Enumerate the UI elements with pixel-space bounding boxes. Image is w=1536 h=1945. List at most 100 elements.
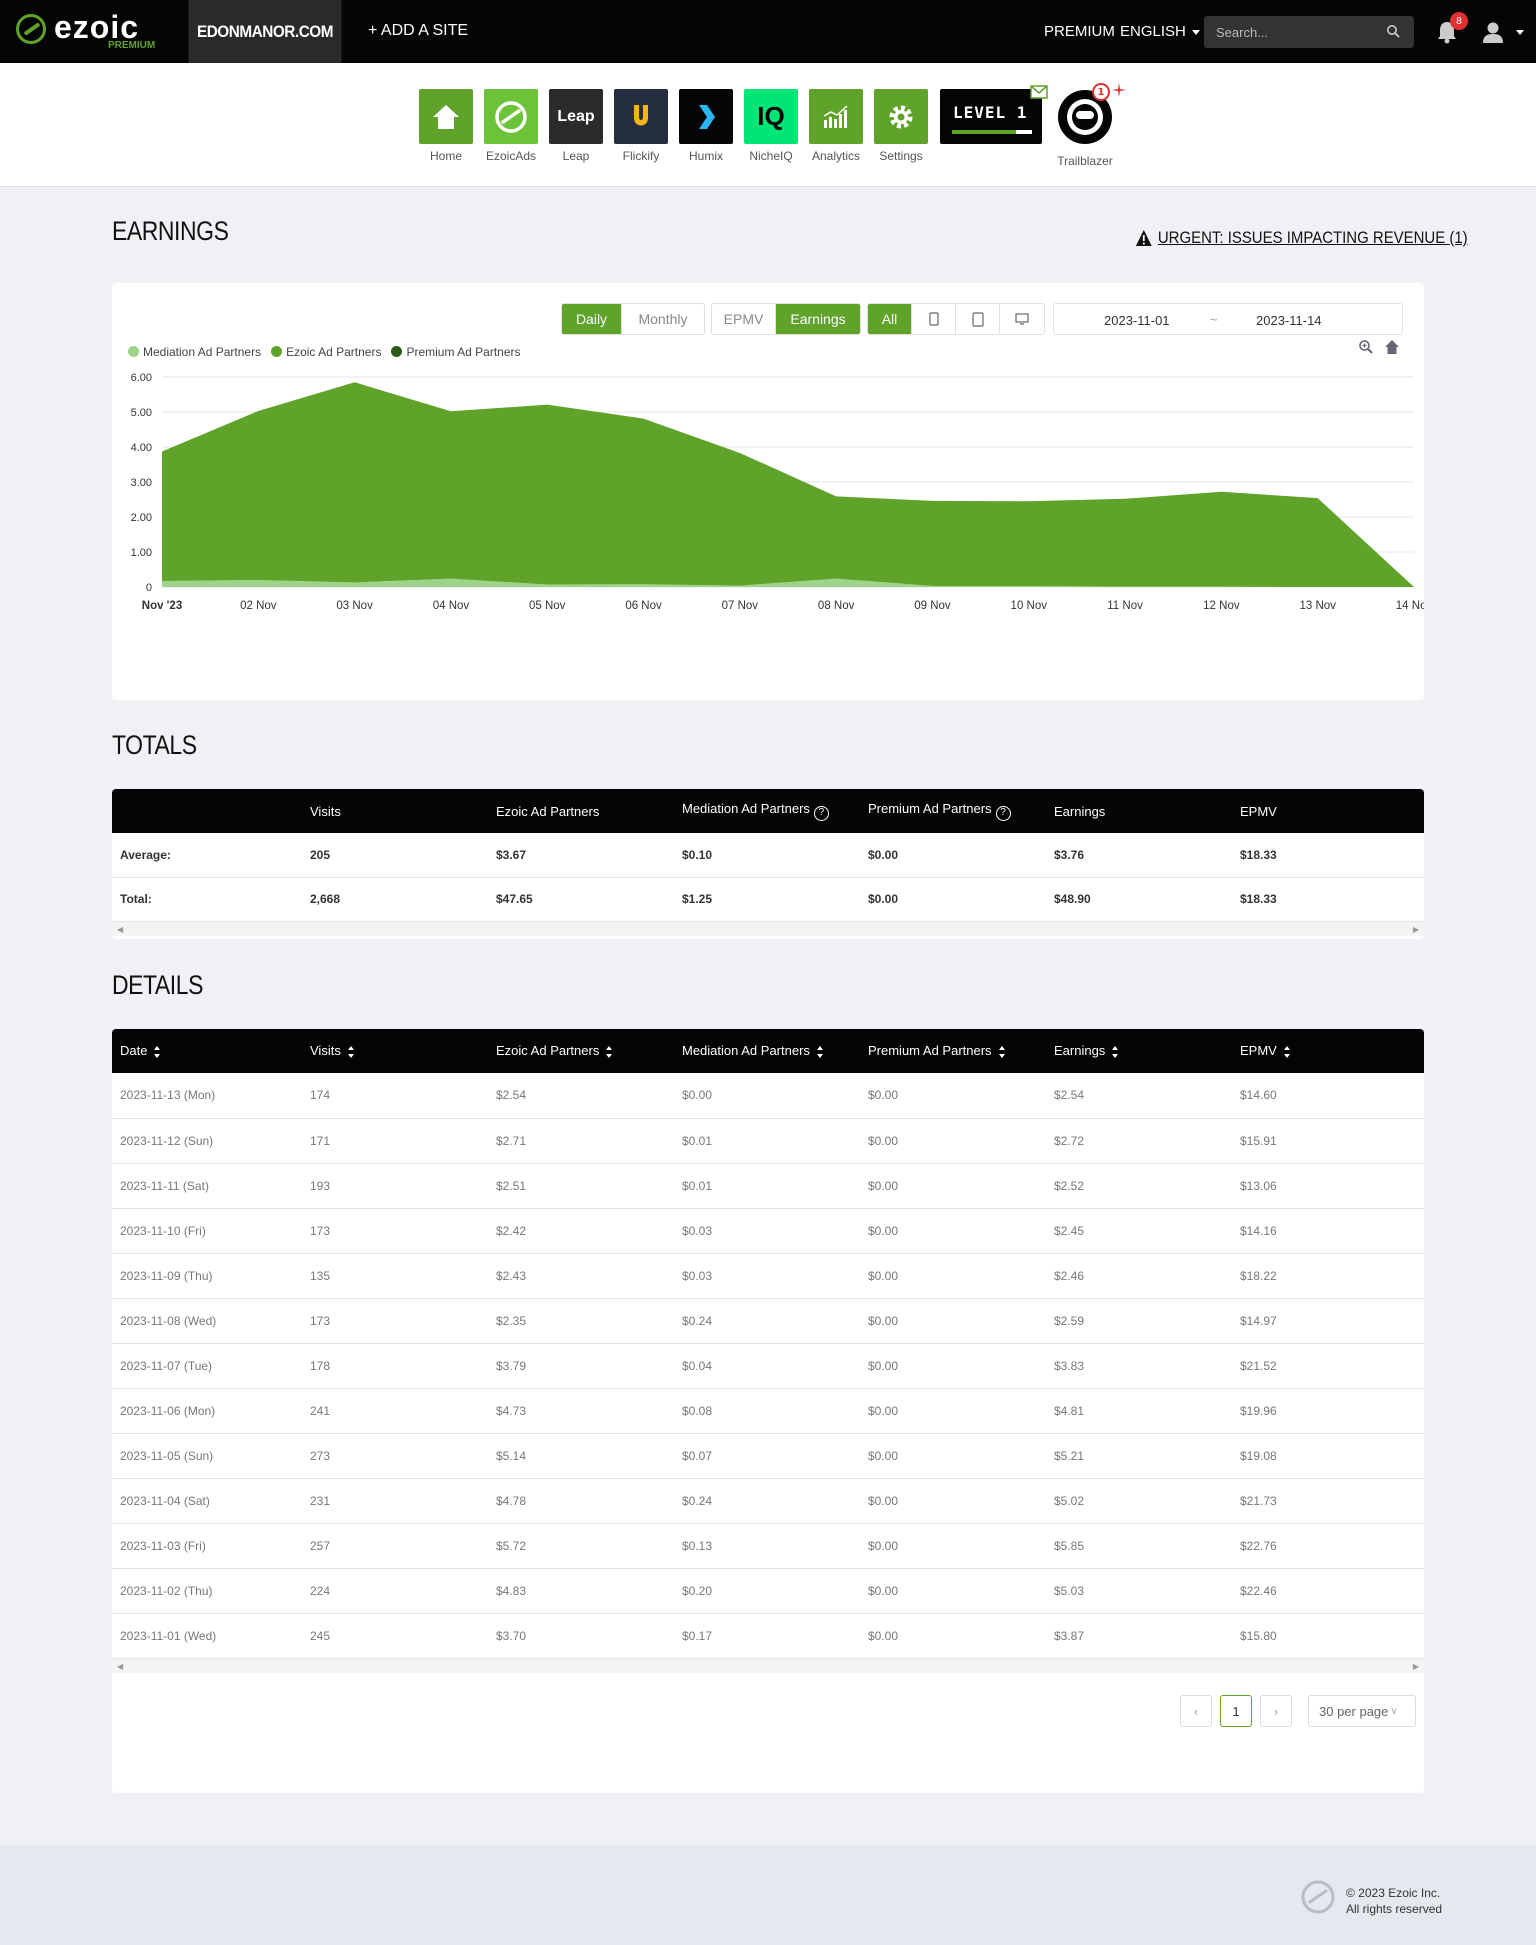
table-cell: $0.01 [674, 1118, 860, 1164]
x-tick-label: 03 Nov [336, 600, 373, 612]
sort-icon[interactable] [605, 1045, 613, 1059]
help-icon[interactable]: ? [995, 806, 1011, 821]
details-header-cell[interactable]: Ezoic Ad Partners [488, 1029, 674, 1073]
table-cell: $2.46 [1046, 1253, 1232, 1299]
user-menu-chevron-icon[interactable] [1516, 30, 1524, 35]
earnings-chart-card: Daily Monthly EPMV Earnings All 2023-11-… [112, 283, 1424, 700]
table-row: 2023-11-04 (Sat) 231 $4.78 $0.24 $0.00 $5.02 $… [112, 1478, 1424, 1524]
totals-horizontal-scrollbar[interactable]: ◀ ▶ [112, 921, 1424, 936]
search-icon[interactable] [1386, 24, 1400, 38]
trailblazer-app[interactable]: 1 Trailblazer [1052, 83, 1126, 168]
device-tablet-button[interactable] [956, 304, 1000, 334]
zoom-icon[interactable] [1358, 339, 1374, 355]
scroll-right-icon[interactable]: ▶ [1413, 1662, 1419, 1671]
y-tick-label: 1.00 [131, 547, 152, 559]
current-site-tab[interactable]: EDONMANOR.COM [188, 0, 342, 63]
totals-header-mediation-text: Mediation Ad Partners [682, 801, 810, 816]
sort-icon[interactable] [347, 1045, 355, 1059]
app-label-leap: Leap [562, 149, 590, 163]
scroll-right-icon[interactable]: ▶ [1413, 925, 1419, 934]
totals-header-earnings: Earnings [1054, 803, 1106, 819]
urgent-issues-link[interactable]: URGENT: ISSUES IMPACTING REVENUE (1) [1135, 228, 1468, 248]
metric-toggle: EPMV Earnings [711, 303, 861, 335]
app-ezoicads[interactable]: EzoicAds [483, 89, 539, 163]
ezoic-logo[interactable]: ezoic PREMIUM [16, 9, 166, 53]
reset-zoom-home-icon[interactable] [1384, 339, 1400, 355]
app-settings[interactable]: Settings [873, 89, 929, 163]
table-cell: 2023-11-03 (Fri) [112, 1523, 302, 1569]
legend-item-ezoic[interactable]: Ezoic Ad Partners [271, 345, 381, 359]
table-row: 2023-11-09 (Thu) 135 $2.43 $0.03 $0.00 $2.46 $… [112, 1253, 1424, 1299]
table-row: 2023-11-08 (Wed) 173 $2.35 $0.24 $0.00 $2.59 $… [112, 1298, 1424, 1344]
date-from: 2023-11-01 [1104, 313, 1170, 328]
device-desktop-button[interactable] [1000, 304, 1044, 334]
details-header-cell[interactable]: Mediation Ad Partners [674, 1029, 860, 1073]
sort-icon[interactable] [153, 1045, 161, 1059]
app-home[interactable]: Home [418, 89, 474, 163]
date-range-picker[interactable]: 2023-11-01 ~ 2023-11-14 [1053, 303, 1403, 335]
premium-link[interactable]: PREMIUM [1044, 23, 1115, 40]
table-cell: $21.73 [1232, 1478, 1424, 1524]
daily-button[interactable]: Daily [562, 304, 622, 334]
trailblazer-badge: 1 [1092, 83, 1110, 101]
table-row: 2023-11-12 (Sun) 171 $2.71 $0.01 $0.00 $2.72 $… [112, 1118, 1424, 1164]
gear-icon [874, 89, 928, 144]
per-page-select[interactable]: 30 per page ∨ [1308, 1695, 1416, 1727]
details-table: Date Visits Ezoic Ad Partners Mediation Ad … [112, 1029, 1424, 1659]
next-page-button[interactable]: › [1260, 1695, 1292, 1727]
legend-item-premium[interactable]: Premium Ad Partners [391, 345, 521, 359]
leap-icon: Leap [549, 89, 603, 144]
epmv-button[interactable]: EPMV [712, 304, 776, 334]
details-header-cell[interactable]: EPMV [1232, 1029, 1424, 1073]
sort-icon[interactable] [1111, 1045, 1119, 1059]
scroll-left-icon[interactable]: ◀ [117, 1662, 123, 1671]
table-cell: $5.14 [488, 1433, 674, 1479]
app-label-ezoicads: EzoicAds [485, 149, 537, 163]
help-icon[interactable]: ? [813, 806, 829, 821]
totals-cell: 205 [302, 833, 488, 878]
details-horizontal-scrollbar[interactable]: ◀ ▶ [112, 1658, 1424, 1673]
details-header-cell[interactable]: Date [112, 1029, 302, 1073]
table-cell: 2023-11-07 (Tue) [112, 1343, 302, 1389]
app-flickify[interactable]: Flickify [613, 89, 669, 163]
table-cell: 2023-11-01 (Wed) [112, 1613, 302, 1659]
earnings-button[interactable]: Earnings [776, 304, 860, 334]
sort-icon[interactable] [816, 1045, 824, 1059]
x-tick-label: 08 Nov [818, 600, 855, 612]
details-header-label: Mediation Ad Partners [682, 1043, 810, 1059]
add-site-link[interactable]: + ADD A SITE [368, 22, 468, 40]
table-cell: $5.03 [1046, 1568, 1232, 1614]
monthly-button[interactable]: Monthly [622, 304, 704, 334]
scroll-left-icon[interactable]: ◀ [117, 925, 123, 934]
device-all-button[interactable]: All [868, 304, 912, 334]
level-badge[interactable]: LEVEL 1 [940, 89, 1042, 144]
sort-icon[interactable] [998, 1045, 1006, 1059]
page-button-1[interactable]: 1 [1220, 1695, 1252, 1727]
app-humix[interactable]: Humix [678, 89, 734, 163]
table-row: 2023-11-03 (Fri) 257 $5.72 $0.13 $0.00 $5.85 $… [112, 1523, 1424, 1569]
app-label-trailblazer: Trailblazer [1057, 154, 1113, 168]
device-mobile-button[interactable] [912, 304, 956, 334]
footer-copyright: © 2023 Ezoic Inc. [1346, 1886, 1441, 1900]
y-tick-label: 2.00 [131, 512, 152, 524]
details-header-cell[interactable]: Visits [302, 1029, 488, 1073]
table-cell: $2.52 [1046, 1163, 1232, 1209]
y-tick-label: 0 [146, 582, 152, 594]
user-avatar-icon[interactable] [1481, 20, 1505, 44]
app-nicheiq[interactable]: IQ NicheIQ [743, 89, 799, 163]
app-leap[interactable]: Leap Leap [548, 89, 604, 163]
table-cell: $0.17 [674, 1613, 860, 1659]
search-input[interactable] [1204, 16, 1414, 48]
table-row: 2023-11-02 (Thu) 224 $4.83 $0.20 $0.00 $5.03 $… [112, 1568, 1424, 1614]
sort-icon[interactable] [1283, 1045, 1291, 1059]
language-dropdown[interactable]: ENGLISH [1120, 23, 1200, 40]
legend-label: Ezoic Ad Partners [286, 345, 382, 359]
details-header-cell[interactable]: Earnings [1046, 1029, 1232, 1073]
prev-page-button[interactable]: ‹ [1180, 1695, 1212, 1727]
table-cell: 224 [302, 1568, 488, 1614]
y-tick-label: 4.00 [131, 442, 152, 454]
details-header-cell[interactable]: Premium Ad Partners [860, 1029, 1046, 1073]
app-analytics[interactable]: Analytics [808, 89, 864, 163]
mail-icon[interactable] [1030, 85, 1048, 99]
legend-item-mediation[interactable]: Mediation Ad Partners [128, 345, 261, 359]
